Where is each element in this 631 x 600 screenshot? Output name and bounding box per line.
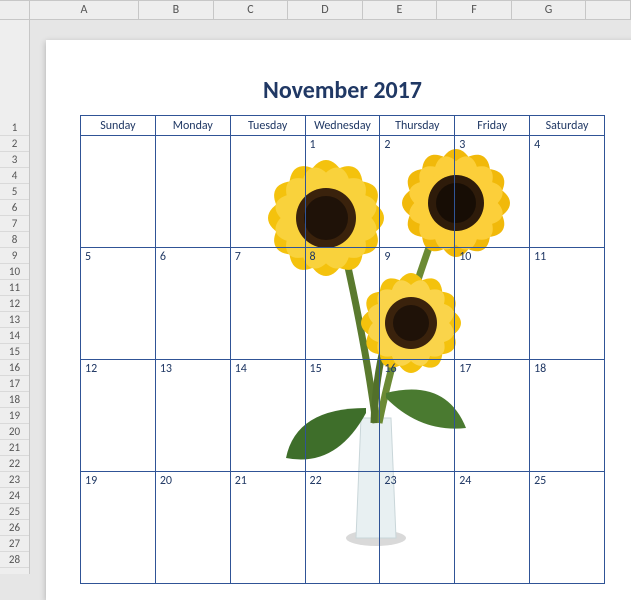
row-header[interactable]: 17 <box>0 376 29 392</box>
calendar-day-header-row: SundayMondayTuesdayWednesdayThursdayFrid… <box>81 116 605 136</box>
calendar-week-row: 567891011 <box>81 248 605 360</box>
calendar-day-cell[interactable]: 22 <box>305 472 380 584</box>
row-header[interactable]: 19 <box>0 408 29 424</box>
select-all-corner[interactable] <box>0 1 30 19</box>
calendar-day-cell[interactable]: 7 <box>230 248 305 360</box>
calendar-day-cell[interactable]: 16 <box>380 360 455 472</box>
row-header[interactable]: 9 <box>0 248 29 264</box>
calendar-day-cell[interactable]: 13 <box>155 360 230 472</box>
calendar-day-cell[interactable]: 6 <box>155 248 230 360</box>
calendar-day-cell[interactable]: 20 <box>155 472 230 584</box>
calendar-day-cell[interactable]: 24 <box>455 472 530 584</box>
sheet-area[interactable]: November 2017 SundayMondayTuesdayWednesd… <box>30 20 631 574</box>
row-header[interactable]: 14 <box>0 328 29 344</box>
calendar-day-header: Friday <box>455 116 530 136</box>
row-header[interactable]: 23 <box>0 472 29 488</box>
row-header[interactable]: 21 <box>0 440 29 456</box>
calendar-title: November 2017 <box>80 70 605 115</box>
row-header[interactable]: 18 <box>0 392 29 408</box>
calendar-day-cell[interactable] <box>230 136 305 248</box>
calendar-day-header: Tuesday <box>230 116 305 136</box>
row-header-offset <box>0 20 29 120</box>
calendar-day-cell[interactable]: 3 <box>455 136 530 248</box>
row-header[interactable]: 13 <box>0 312 29 328</box>
calendar-table-wrap: SundayMondayTuesdayWednesdayThursdayFrid… <box>80 115 605 584</box>
row-header[interactable]: 12 <box>0 296 29 312</box>
calendar-day-header: Wednesday <box>305 116 380 136</box>
row-header[interactable]: 27 <box>0 536 29 552</box>
column-header[interactable]: G <box>512 1 587 19</box>
calendar-day-cell[interactable] <box>81 136 156 248</box>
column-header[interactable]: F <box>437 1 512 19</box>
column-header[interactable]: A <box>30 1 139 19</box>
calendar-week-row: 12131415161718 <box>81 360 605 472</box>
row-header[interactable]: 26 <box>0 520 29 536</box>
column-header[interactable]: D <box>288 1 363 19</box>
row-header[interactable]: 28 <box>0 552 29 568</box>
calendar-day-cell[interactable]: 9 <box>380 248 455 360</box>
row-header[interactable]: 24 <box>0 488 29 504</box>
row-header[interactable]: 25 <box>0 504 29 520</box>
row-header[interactable]: 16 <box>0 360 29 376</box>
calendar-body: 1234567891011121314151617181920212223242… <box>81 136 605 584</box>
calendar-week-row: 19202122232425 <box>81 472 605 584</box>
calendar-day-header: Monday <box>155 116 230 136</box>
calendar-day-header: Thursday <box>380 116 455 136</box>
row-header[interactable]: 6 <box>0 200 29 216</box>
column-header[interactable]: B <box>139 1 214 19</box>
calendar-day-cell[interactable]: 23 <box>380 472 455 584</box>
page-canvas: November 2017 SundayMondayTuesdayWednesd… <box>46 40 631 600</box>
calendar-day-cell[interactable]: 11 <box>530 248 605 360</box>
row-header[interactable]: 22 <box>0 456 29 472</box>
calendar-day-cell[interactable]: 4 <box>530 136 605 248</box>
calendar-day-cell[interactable]: 10 <box>455 248 530 360</box>
calendar-day-cell[interactable]: 1 <box>305 136 380 248</box>
column-header[interactable]: C <box>214 1 289 19</box>
calendar-day-cell[interactable]: 14 <box>230 360 305 472</box>
row-header[interactable]: 4 <box>0 168 29 184</box>
row-header[interactable]: 7 <box>0 216 29 232</box>
calendar-day-cell[interactable]: 17 <box>455 360 530 472</box>
calendar-day-cell[interactable]: 21 <box>230 472 305 584</box>
row-header[interactable]: 8 <box>0 232 29 248</box>
calendar-week-row: 1234 <box>81 136 605 248</box>
column-header-row: ABCDEFG <box>0 0 631 20</box>
calendar-day-cell[interactable]: 18 <box>530 360 605 472</box>
calendar-day-cell[interactable]: 15 <box>305 360 380 472</box>
row-header[interactable]: 11 <box>0 280 29 296</box>
column-header[interactable]: E <box>363 1 438 19</box>
column-header[interactable] <box>586 1 631 19</box>
calendar-day-cell[interactable] <box>155 136 230 248</box>
row-header[interactable]: 5 <box>0 184 29 200</box>
row-header[interactable]: 20 <box>0 424 29 440</box>
calendar-day-cell[interactable]: 12 <box>81 360 156 472</box>
calendar: November 2017 SundayMondayTuesdayWednesd… <box>80 70 605 584</box>
row-header[interactable]: 2 <box>0 136 29 152</box>
row-header[interactable]: 1 <box>0 120 29 136</box>
calendar-day-header: Saturday <box>530 116 605 136</box>
row-header-col: 1234567891011121314151617181920212223242… <box>0 20 30 574</box>
calendar-grid: SundayMondayTuesdayWednesdayThursdayFrid… <box>80 115 605 584</box>
calendar-day-cell[interactable]: 25 <box>530 472 605 584</box>
calendar-day-cell[interactable]: 8 <box>305 248 380 360</box>
row-header[interactable]: 3 <box>0 152 29 168</box>
calendar-day-cell[interactable]: 2 <box>380 136 455 248</box>
row-header[interactable]: 15 <box>0 344 29 360</box>
row-header[interactable]: 10 <box>0 264 29 280</box>
calendar-day-cell[interactable]: 19 <box>81 472 156 584</box>
calendar-day-cell[interactable]: 5 <box>81 248 156 360</box>
calendar-day-header: Sunday <box>81 116 156 136</box>
